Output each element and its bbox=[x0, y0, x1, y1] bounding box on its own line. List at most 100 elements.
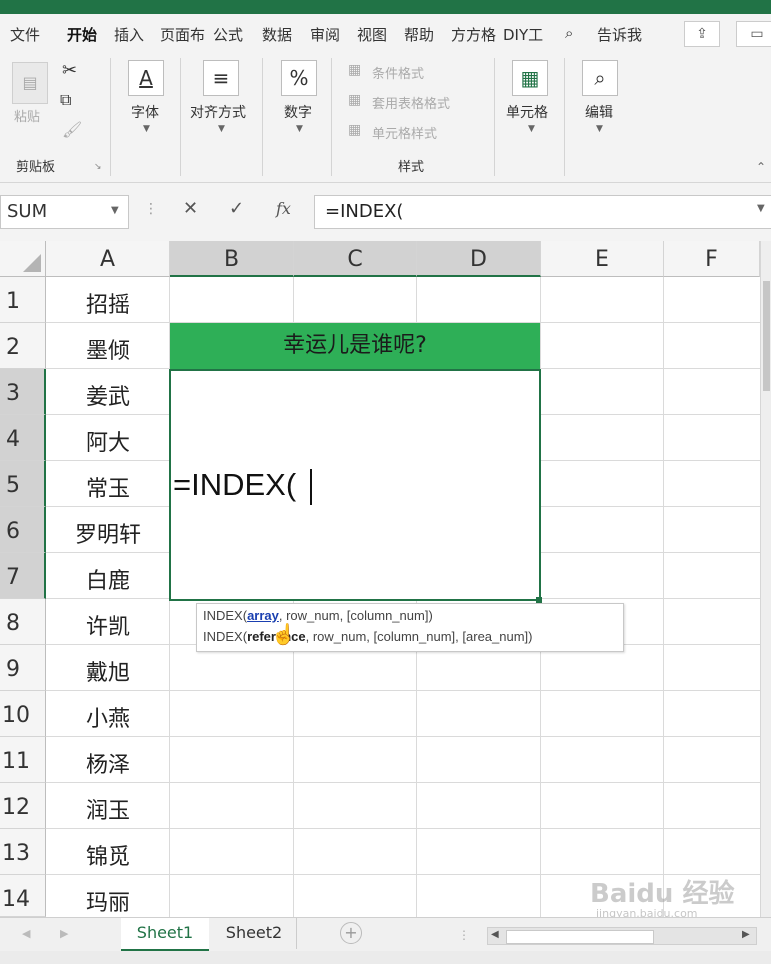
horizontal-scrollbar[interactable]: ◀ ▶ bbox=[487, 927, 757, 945]
column-header-c[interactable]: C bbox=[294, 241, 417, 277]
scrollbar-thumb[interactable] bbox=[506, 930, 654, 944]
percent-icon: % bbox=[281, 60, 317, 96]
vertical-scrollbar[interactable] bbox=[760, 241, 771, 917]
cell-a12[interactable]: 润玉 bbox=[46, 793, 170, 825]
search-icon[interactable]: ⌕ bbox=[565, 24, 573, 42]
row-header-7[interactable]: 7 bbox=[0, 553, 46, 599]
cell-a2[interactable]: 墨倾 bbox=[46, 333, 170, 365]
column-header-f[interactable]: F bbox=[664, 241, 760, 277]
cell-a10[interactable]: 小燕 bbox=[46, 701, 170, 733]
name-box[interactable]: SUM ▼ bbox=[0, 195, 129, 229]
conditional-format-button[interactable]: 条件格式 bbox=[372, 63, 424, 82]
ribbon: ▤ 粘贴 ✂ ⧉ 🖌 剪贴板 ↘ A 字体 ▼ ≡ 对齐方式 ▼ % 数字 ▼ … bbox=[0, 52, 771, 183]
scroll-left-icon[interactable]: ◀ bbox=[22, 927, 30, 940]
cell-a13[interactable]: 锦觅 bbox=[46, 839, 170, 871]
scroll-left-icon[interactable]: ◀ bbox=[491, 929, 499, 940]
group-separator bbox=[110, 58, 111, 176]
row-header-11[interactable]: 11 bbox=[0, 737, 46, 783]
paste-button[interactable]: 粘贴 bbox=[14, 106, 40, 125]
row-header-3[interactable]: 3 bbox=[0, 369, 46, 415]
search-icon: ⌕ bbox=[582, 60, 618, 96]
tooltip-rest: , row_num, [column_num], [area_num]) bbox=[305, 629, 533, 644]
cell-a14[interactable]: 玛丽 bbox=[46, 885, 170, 917]
tab-diy[interactable]: DIY工 bbox=[503, 24, 543, 45]
formula-input[interactable]: =INDEX( bbox=[314, 195, 771, 229]
active-cell[interactable]: =INDEX( bbox=[169, 369, 541, 601]
row-header-14[interactable]: 14 bbox=[0, 875, 46, 917]
alignment-button[interactable]: 对齐方式 bbox=[190, 102, 246, 122]
copy-icon[interactable]: ⧉ bbox=[60, 90, 71, 110]
row-header-4[interactable]: 4 bbox=[0, 415, 46, 461]
function-tooltip: INDEX(array, row_num, [column_num]) INDE… bbox=[196, 603, 624, 652]
row-header-13[interactable]: 13 bbox=[0, 829, 46, 875]
tab-fangfang[interactable]: 方方格 bbox=[451, 24, 496, 45]
cell-a7[interactable]: 白鹿 bbox=[46, 563, 170, 595]
tab-file[interactable]: 文件 bbox=[10, 24, 40, 45]
gridline bbox=[46, 736, 760, 737]
cells-button[interactable]: 单元格 bbox=[506, 102, 548, 122]
expand-formula-icon[interactable]: ▼ bbox=[757, 203, 765, 214]
tab-help[interactable]: 帮助 bbox=[404, 24, 434, 45]
table-format-icon: ▦ bbox=[348, 92, 362, 108]
column-header-d[interactable]: D bbox=[417, 241, 541, 277]
scroll-right-icon[interactable]: ▶ bbox=[60, 927, 68, 940]
tab-tell-me[interactable]: 告诉我 bbox=[597, 24, 642, 45]
row-header-5[interactable]: 5 bbox=[0, 461, 46, 507]
tooltip-line-2[interactable]: INDEX(reference, row_num, [column_num], … bbox=[203, 629, 533, 644]
add-sheet-icon[interactable]: + bbox=[340, 922, 362, 944]
paste-icon[interactable]: ▤ bbox=[12, 62, 48, 104]
table-format-button[interactable]: 套用表格格式 bbox=[372, 93, 450, 112]
tab-review[interactable]: 审阅 bbox=[310, 24, 340, 45]
row-header-1[interactable]: 1 bbox=[0, 277, 46, 323]
cancel-button[interactable]: ✕ bbox=[183, 198, 198, 219]
column-header-e[interactable]: E bbox=[541, 241, 664, 277]
cell-a4[interactable]: 阿大 bbox=[46, 425, 170, 457]
share-icon[interactable]: ⇪ bbox=[684, 21, 720, 47]
comment-icon[interactable]: ▭ bbox=[736, 21, 771, 47]
row-header-2[interactable]: 2 bbox=[0, 323, 46, 369]
tab-view[interactable]: 视图 bbox=[357, 24, 387, 45]
font-button[interactable]: 字体 bbox=[131, 102, 159, 122]
gridline bbox=[663, 277, 664, 917]
tab-data[interactable]: 数据 bbox=[262, 24, 292, 45]
scroll-right-icon[interactable]: ▶ bbox=[742, 929, 750, 940]
cell-a1[interactable]: 招摇 bbox=[46, 287, 170, 319]
row-header-6[interactable]: 6 bbox=[0, 507, 46, 553]
tab-formulas[interactable]: 公式 bbox=[213, 24, 243, 45]
number-button[interactable]: 数字 bbox=[284, 102, 312, 122]
merged-header-cell[interactable]: 幸运儿是谁呢? bbox=[170, 323, 540, 369]
sheet-tab-sheet1[interactable]: Sheet1 bbox=[121, 918, 209, 952]
scrollbar-thumb[interactable] bbox=[763, 281, 770, 391]
insert-function-button[interactable]: fx bbox=[276, 199, 291, 218]
tab-insert[interactable]: 插入 bbox=[114, 24, 144, 45]
tooltip-arg-link[interactable]: array bbox=[247, 608, 279, 623]
dialog-launcher-icon[interactable]: ↘ bbox=[94, 162, 102, 172]
row-header-10[interactable]: 10 bbox=[0, 691, 46, 737]
select-all-corner[interactable] bbox=[0, 241, 46, 277]
cell-a8[interactable]: 许凯 bbox=[46, 609, 170, 641]
chevron-down-icon[interactable]: ▼ bbox=[111, 205, 119, 216]
tab-page-layout[interactable]: 页面布 bbox=[160, 24, 205, 45]
cell-a6[interactable]: 罗明轩 bbox=[46, 517, 170, 549]
editing-button[interactable]: 编辑 bbox=[585, 102, 613, 122]
row-header-12[interactable]: 12 bbox=[0, 783, 46, 829]
cut-icon[interactable]: ✂ bbox=[62, 60, 77, 81]
tooltip-line-1[interactable]: INDEX(array, row_num, [column_num]) bbox=[203, 608, 433, 623]
cell-a3[interactable]: 姜武 bbox=[46, 379, 170, 411]
enter-button[interactable]: ✓ bbox=[229, 198, 244, 219]
format-painter-icon[interactable]: 🖌 bbox=[62, 120, 82, 139]
cell-style-button[interactable]: 单元格样式 bbox=[372, 123, 437, 142]
row-header-8[interactable]: 8 bbox=[0, 599, 46, 645]
tooltip-fn: INDEX( bbox=[203, 608, 248, 623]
tab-home[interactable]: 开始 bbox=[67, 24, 97, 45]
collapse-ribbon-icon[interactable]: ⌃ bbox=[756, 160, 766, 174]
cell-a5[interactable]: 常玉 bbox=[46, 471, 170, 503]
cell-a11[interactable]: 杨泽 bbox=[46, 747, 170, 779]
cell-a9[interactable]: 戴旭 bbox=[46, 655, 170, 687]
more-dots-icon: ⋮ bbox=[458, 928, 470, 942]
column-header-a[interactable]: A bbox=[46, 241, 170, 277]
column-header-b[interactable]: B bbox=[170, 241, 294, 277]
sheet-tab-sheet2[interactable]: Sheet2 bbox=[212, 918, 297, 949]
row-header-9[interactable]: 9 bbox=[0, 645, 46, 691]
sheet-tab-bar: ◀ ▶ Sheet1 Sheet2 + ⋮ ◀ ▶ bbox=[0, 917, 771, 952]
